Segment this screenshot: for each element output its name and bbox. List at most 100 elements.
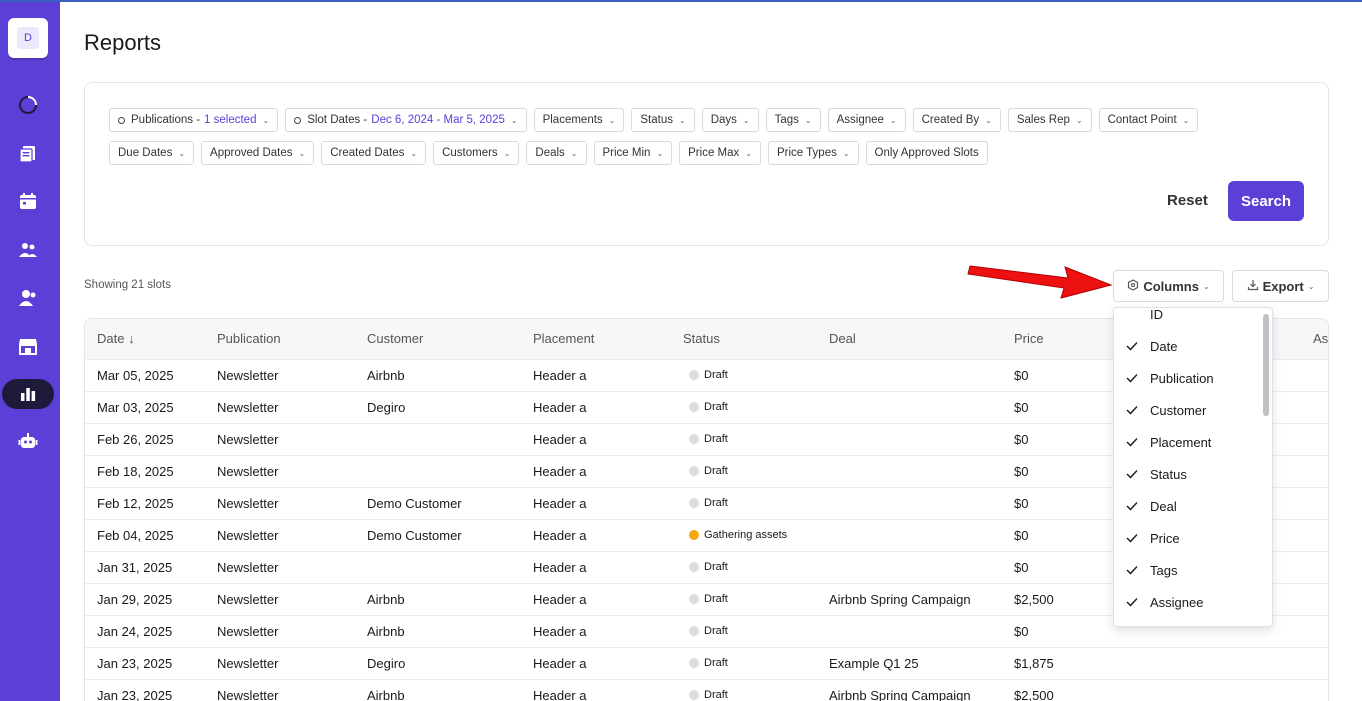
status-label: Draft (704, 401, 728, 413)
column-option-id[interactable]: ID (1114, 308, 1262, 330)
filter-label: Price Max (688, 147, 740, 159)
filter-tags[interactable]: Tags ⌄ (765, 108, 821, 132)
checkmark-icon (1114, 341, 1150, 351)
customers-icon[interactable] (10, 235, 46, 265)
column-option-price[interactable]: Price (1114, 522, 1262, 554)
chevron-down-icon: ⌄ (656, 148, 664, 158)
status-dot-icon (689, 498, 699, 508)
cell-status: Draft (689, 561, 728, 573)
workspace-logo[interactable]: D (8, 18, 48, 58)
circle-progress-icon[interactable] (10, 90, 46, 120)
search-button[interactable]: Search (1228, 181, 1304, 221)
reports-icon[interactable] (2, 379, 54, 409)
cell-date: Feb 26, 2025 (97, 432, 174, 447)
filter-label: Approved Dates (210, 147, 293, 159)
filter-contact-point[interactable]: Contact Point ⌄ (1098, 108, 1199, 132)
filter-active-icon (294, 116, 302, 124)
bot-icon[interactable] (10, 426, 46, 456)
header-publication[interactable]: Publication (217, 331, 281, 346)
dropdown-scrollbar[interactable] (1263, 314, 1269, 416)
filter-only-approved-slots[interactable]: Only Approved Slots (865, 141, 988, 165)
cell-date: Jan 23, 2025 (97, 688, 173, 701)
cell-publication: Newsletter (217, 688, 279, 701)
column-option-label: Customer (1150, 402, 1207, 418)
filter-publications[interactable]: Publications - 1 selected ⌄ (109, 108, 279, 132)
chevron-down-icon: ⌄ (510, 115, 518, 125)
columns-dropdown: ID Date Publication Customer Placement Status… (1113, 307, 1273, 627)
cell-date: Mar 05, 2025 (97, 368, 174, 383)
cell-price: $2,500 (1014, 592, 1054, 607)
filter-label: Created Dates (330, 147, 405, 159)
filter-assignee[interactable]: Assignee ⌄ (827, 108, 906, 132)
filter-deals[interactable]: Deals ⌄ (526, 141, 587, 165)
header-deal[interactable]: Deal (829, 331, 856, 346)
column-option-label: Deal (1150, 498, 1177, 514)
filter-price-max[interactable]: Price Max ⌄ (679, 141, 761, 165)
annotation-arrow-icon (967, 265, 1113, 299)
filter-approved-dates[interactable]: Approved Dates ⌄ (201, 141, 315, 165)
checkmark-icon (1114, 373, 1150, 383)
column-option-assignee[interactable]: Assignee (1114, 586, 1262, 618)
status-label: Draft (704, 625, 728, 637)
cell-customer: Demo Customer (367, 528, 462, 543)
cell-date: Jan 31, 2025 (97, 560, 173, 575)
checkmark-icon (1114, 597, 1150, 607)
column-option-publication[interactable]: Publication (1114, 362, 1262, 394)
cell-placement: Header a (533, 624, 587, 639)
column-option-deal[interactable]: Deal (1114, 490, 1262, 522)
header-status[interactable]: Status (683, 331, 720, 346)
column-option-placement[interactable]: Placement (1114, 426, 1262, 458)
filter-label: Created By (921, 114, 980, 126)
filter-customers[interactable]: Customers ⌄ (433, 141, 520, 165)
cell-publication: Newsletter (217, 400, 279, 415)
sidebar: D (0, 0, 60, 701)
header-assignee[interactable]: As (1313, 331, 1328, 346)
status-dot-icon (689, 466, 699, 476)
cell-price: $0 (1014, 624, 1029, 639)
calendar-icon[interactable] (10, 186, 46, 216)
filter-created-by[interactable]: Created By ⌄ (912, 108, 1001, 132)
status-label: Draft (704, 657, 728, 669)
cell-placement: Header a (533, 592, 587, 607)
results-count: Showing 21 slots (84, 279, 171, 291)
filter-slot-dates[interactable]: Slot Dates - Dec 6, 2024 - Mar 5, 2025 ⌄ (285, 108, 527, 132)
cell-status: Draft (689, 689, 728, 701)
filter-due-dates[interactable]: Due Dates ⌄ (109, 141, 195, 165)
columns-label: Columns (1143, 278, 1199, 294)
table-row[interactable]: Jan 23, 2025 Newsletter Degiro Header a Draf… (85, 647, 1328, 679)
cell-date: Feb 04, 2025 (97, 528, 174, 543)
publications-icon[interactable] (10, 139, 46, 169)
cell-status: Draft (689, 465, 728, 477)
column-option-date[interactable]: Date (1114, 330, 1262, 362)
status-label: Gathering assets (704, 529, 788, 541)
header-placement[interactable]: Placement (533, 331, 594, 346)
filter-status[interactable]: Status ⌄ (631, 108, 695, 132)
team-icon[interactable] (10, 283, 46, 313)
filter-created-dates[interactable]: Created Dates ⌄ (321, 141, 427, 165)
filter-price-types[interactable]: Price Types ⌄ (767, 141, 859, 165)
column-option-customer[interactable]: Customer (1114, 394, 1262, 426)
filter-selected-value: Dec 6, 2024 - Mar 5, 2025 (371, 114, 505, 126)
columns-button[interactable]: Columns ⌄ (1113, 270, 1224, 302)
cell-price: $1,875 (1014, 656, 1054, 671)
chevron-down-icon: ⌄ (985, 115, 992, 125)
filter-days[interactable]: Days ⌄ (701, 108, 759, 132)
header-date[interactable]: Date ↓ (97, 331, 135, 346)
storefront-icon[interactable] (10, 331, 46, 361)
table-row[interactable]: Jan 23, 2025 Newsletter Airbnb Header a Draf… (85, 679, 1328, 701)
reset-button[interactable]: Reset (1167, 192, 1208, 209)
export-button[interactable]: Export ⌄ (1232, 270, 1329, 302)
filter-sales-rep[interactable]: Sales Rep ⌄ (1007, 108, 1092, 132)
cell-status: Draft (689, 401, 728, 413)
filter-price-min[interactable]: Price Min ⌄ (593, 141, 673, 165)
header-customer[interactable]: Customer (367, 331, 423, 346)
cell-date: Feb 18, 2025 (97, 464, 174, 479)
header-price[interactable]: Price (1014, 331, 1044, 346)
sort-desc-icon: ↓ (128, 331, 135, 346)
column-option-tags[interactable]: Tags (1114, 554, 1262, 586)
cell-customer: Demo Customer (367, 496, 462, 511)
cell-price: $0 (1014, 496, 1029, 511)
cell-placement: Header a (533, 560, 587, 575)
column-option-status[interactable]: Status (1114, 458, 1262, 490)
filter-placements[interactable]: Placements ⌄ (533, 108, 625, 132)
